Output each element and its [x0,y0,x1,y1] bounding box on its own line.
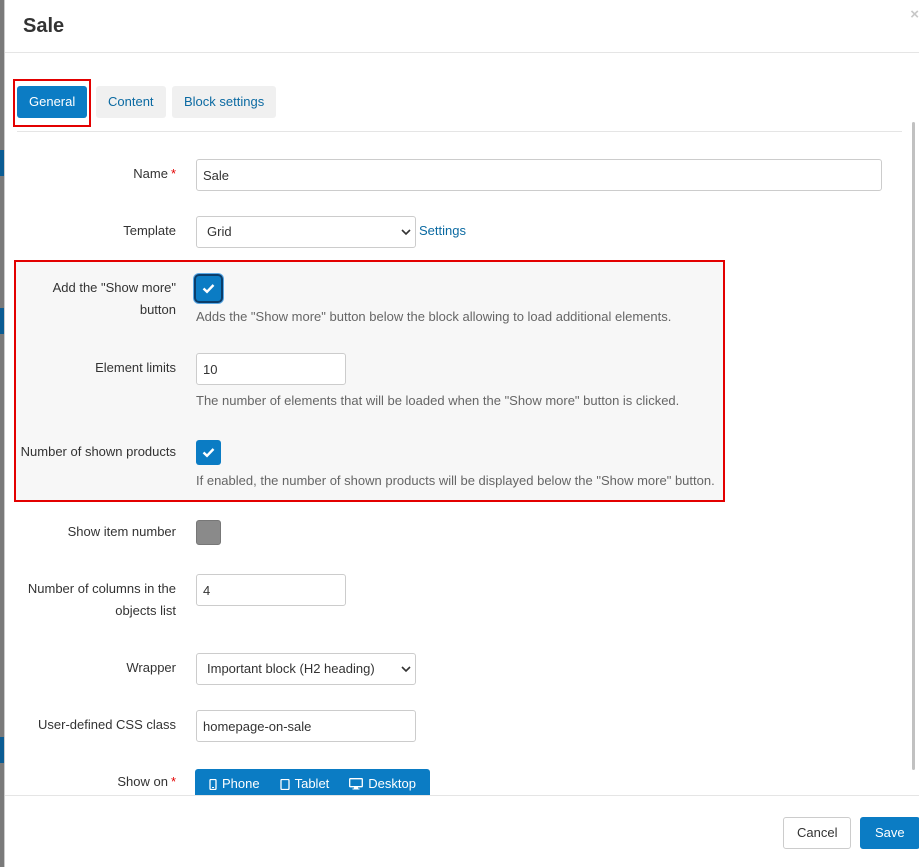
columns-label: Number of columns in the objects list [5,578,176,622]
template-label: Template [123,223,176,238]
close-icon[interactable]: × [910,6,919,23]
template-settings-link[interactable]: Settings [419,223,466,238]
scrollbar[interactable] [912,122,915,770]
show-on-phone-label: Phone [222,776,260,791]
css-class-input[interactable] [196,710,416,742]
element-limits-help: The number of elements that will be load… [196,393,680,408]
wrapper-label: Wrapper [126,660,176,675]
css-class-label: User-defined CSS class [38,717,176,732]
cancel-button[interactable]: Cancel [783,817,852,849]
show-on-label: Show on * [5,771,176,793]
columns-label-line1: Number of columns in the [27,581,176,596]
show-on-tablet[interactable]: Tablet [266,769,336,795]
tablet-icon [279,778,290,790]
required-mark: * [170,774,176,789]
wrapper-select-value: Important block (H2 heading) [207,661,375,676]
phone-icon [209,778,217,790]
show-more-help: Adds the "Show more" button below the bl… [196,309,672,324]
element-limits-label: Element limits [95,360,176,375]
shown-products-checkbox[interactable] [196,440,221,465]
columns-input[interactable] [196,574,346,606]
show-on-desktop-label: Desktop [368,776,416,791]
dialog-body[interactable]: General Content Block settings Name* Tem… [5,54,915,795]
tabs-divider [17,131,902,132]
dialog-title: Sale [23,15,65,37]
dialog-header: Sale × [5,0,919,53]
name-input[interactable] [196,159,882,191]
name-label: Name * [5,163,176,185]
show-item-number-label: Show item number [67,524,176,539]
dialog-footer: Cancel Save [5,795,919,867]
chevron-down-icon [401,666,411,673]
show-more-label: Add the "Show more" button [5,277,176,321]
show-on-toggle-group: Phone Tablet Desktop [195,769,430,795]
tab-general[interactable]: General [17,86,88,118]
template-select-value: Grid [207,224,232,239]
show-on-label-text: Show on [117,774,168,789]
save-button[interactable]: Save [860,817,919,849]
wrapper-select[interactable]: Important block (H2 heading) [196,653,416,685]
template-select[interactable]: Grid [196,216,416,248]
show-on-phone[interactable]: Phone [195,769,266,795]
checkmark-icon [202,448,215,458]
columns-label-line2: objects list [115,603,176,618]
tab-content[interactable]: Content [96,86,166,118]
chevron-down-icon [401,229,411,236]
show-on-tablet-label: Tablet [294,776,330,791]
show-more-label-line1: Add the "Show more" [52,280,176,295]
name-label-text: Name [133,166,168,181]
element-limits-input[interactable] [196,353,346,385]
checkmark-icon [202,284,215,294]
tab-block-settings[interactable]: Block settings [172,86,277,118]
block-settings-dialog: Sale × General Content Block settings Na… [4,0,919,867]
desktop-icon [349,778,364,790]
shown-products-help: If enabled, the number of shown products… [196,473,715,488]
show-on-desktop[interactable]: Desktop [335,769,430,795]
show-more-label-line2: button [139,302,176,317]
show-more-checkbox[interactable] [196,276,221,301]
show-item-number-checkbox[interactable] [196,520,221,545]
required-mark: * [170,166,176,181]
shown-products-label: Number of shown products [20,444,176,459]
